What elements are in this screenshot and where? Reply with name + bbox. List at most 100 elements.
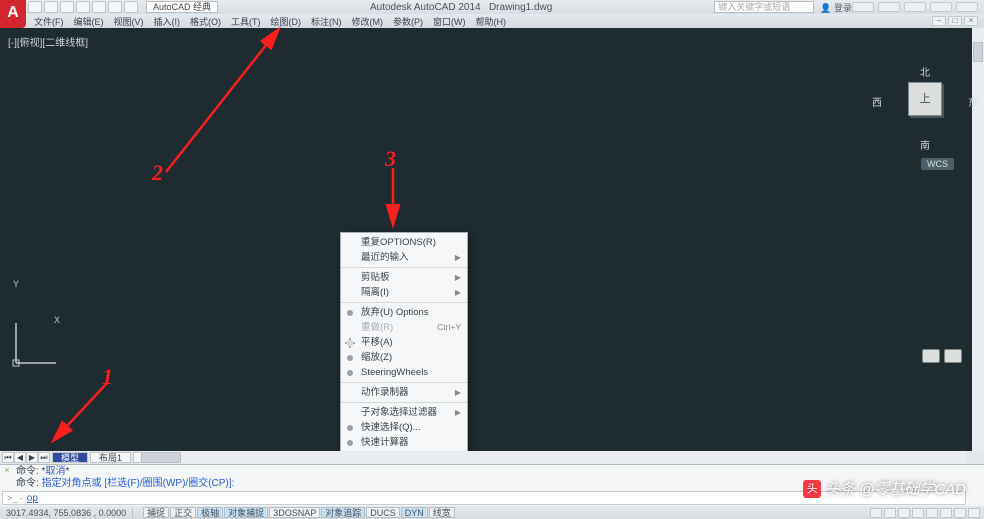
tab-prev-icon[interactable]: ◀ <box>14 452 26 463</box>
qat-new-icon[interactable] <box>28 1 42 13</box>
qat-saveas-icon[interactable] <box>76 1 90 13</box>
view-cube[interactable]: 北 南 西 东 上 <box>890 68 960 138</box>
doc-name: Drawing1.dwg <box>489 2 552 13</box>
toggle-捕捉[interactable]: 捕捉 <box>143 507 169 518</box>
ctx-label: 重复OPTIONS(R) <box>361 236 436 249</box>
login-link[interactable]: 👤 登录 <box>820 1 852 14</box>
viewcube-south[interactable]: 南 <box>890 137 960 152</box>
status-icon-3[interactable] <box>898 508 910 518</box>
ctx-item-14[interactable]: 子对象选择过滤器▶ <box>341 405 467 420</box>
toggle-DUCS[interactable]: DUCS <box>366 507 400 518</box>
exchange-icon[interactable] <box>852 2 874 12</box>
status-icon-7[interactable] <box>954 508 966 518</box>
menu-8[interactable]: 修改(M) <box>352 15 384 28</box>
doc-close-button[interactable]: × <box>964 16 978 26</box>
tab-last-icon[interactable]: ⏭ <box>38 452 50 463</box>
qat-save-icon[interactable] <box>60 1 74 13</box>
ctx-item-0[interactable]: 重复OPTIONS(R) <box>341 235 467 250</box>
menu-4[interactable]: 格式(O) <box>190 15 221 28</box>
app-name: Autodesk AutoCAD 2014 <box>370 2 481 13</box>
ic-pan-icon <box>344 337 356 349</box>
scroll-thumb-h[interactable] <box>141 452 181 463</box>
tab-layout1[interactable]: 布局1 <box>90 452 131 463</box>
close-button[interactable] <box>956 2 978 12</box>
toggle-极轴[interactable]: 极轴 <box>197 507 223 518</box>
ctx-item-6[interactable]: 放弃(U) Options <box>341 305 467 320</box>
status-icon-4[interactable] <box>912 508 924 518</box>
toggle-DYN[interactable]: DYN <box>401 507 428 518</box>
qat-undo-icon[interactable] <box>108 1 122 13</box>
ic-dot-icon <box>347 355 353 361</box>
toggle-对象追踪[interactable]: 对象追踪 <box>321 507 365 518</box>
viewcube-top[interactable]: 上 <box>908 82 942 116</box>
tab-first-icon[interactable]: ⏮ <box>2 452 14 463</box>
ctx-item-1[interactable]: 最近的输入▶ <box>341 250 467 265</box>
app-logo[interactable]: A <box>0 0 26 28</box>
status-toggles: 捕捉正交极轴对象捕捉3DOSNAP对象追踪DUCSDYN线宽 <box>143 507 456 518</box>
menu-bar: 文件(F) 编辑(E) 视图(V) 插入(I) 格式(O) 工具(T) 绘图(D) 标注(N)… <box>0 14 984 28</box>
toggle-对象捕捉[interactable]: 对象捕捉 <box>224 507 268 518</box>
menu-1[interactable]: 编辑(E) <box>74 15 104 28</box>
drawing-canvas[interactable]: [-][俯视][二维线框] 北 南 西 东 上 WCS Y X <box>0 28 984 451</box>
ctx-item-10[interactable]: SteeringWheels <box>341 365 467 380</box>
doc-min-button[interactable]: – <box>932 16 946 26</box>
menu-10[interactable]: 窗口(W) <box>433 15 466 28</box>
submenu-arrow-icon: ▶ <box>455 286 461 299</box>
submenu-arrow-icon: ▶ <box>455 406 461 419</box>
scroll-thumb[interactable] <box>973 42 983 62</box>
menu-11[interactable]: 帮助(H) <box>476 15 507 28</box>
command-input[interactable]: >_ - op <box>2 491 966 505</box>
viewcube-north[interactable]: 北 <box>890 64 960 79</box>
ctx-label: 快速计算器 <box>361 436 409 449</box>
ctx-item-12[interactable]: 动作录制器▶ <box>341 385 467 400</box>
status-icon-5[interactable] <box>926 508 938 518</box>
search-input[interactable]: 键入关键字或短语 <box>714 1 814 13</box>
viewport-label[interactable]: [-][俯视][二维线框] <box>8 34 88 49</box>
ctx-item-15[interactable]: 快速选择(Q)... <box>341 420 467 435</box>
minimize-button[interactable] <box>904 2 926 12</box>
ctx-item-9[interactable]: 缩放(Z) <box>341 350 467 365</box>
horizontal-scrollbar[interactable] <box>140 451 966 464</box>
tab-next-icon[interactable]: ▶ <box>26 452 38 463</box>
ctx-label: 重做(R) <box>361 321 393 334</box>
coordinates[interactable]: 3017.4934, 755.0836 , 0.0000 <box>0 508 133 518</box>
context-menu: 重复OPTIONS(R)最近的输入▶剪贴板▶隔离(I)▶放弃(U) Option… <box>340 232 468 483</box>
ctx-item-8[interactable]: 平移(A) <box>341 335 467 350</box>
doc-max-button[interactable]: □ <box>948 16 962 26</box>
model-space-icon[interactable] <box>870 508 882 518</box>
nav-btn-1[interactable] <box>922 349 940 363</box>
status-icon-8[interactable] <box>968 508 980 518</box>
qat-plot-icon[interactable] <box>92 1 106 13</box>
axis-x-label: X <box>54 315 60 325</box>
viewcube-west[interactable]: 西 <box>872 94 882 109</box>
workspace-selector[interactable]: AutoCAD 经典 <box>146 1 218 13</box>
help-icon[interactable] <box>878 2 900 12</box>
qat-redo-icon[interactable] <box>124 1 138 13</box>
vertical-scrollbar[interactable] <box>972 28 984 451</box>
menu-2[interactable]: 视图(V) <box>114 15 144 28</box>
menu-3[interactable]: 插入(I) <box>154 15 181 28</box>
menu-7[interactable]: 标注(N) <box>311 15 342 28</box>
menu-5[interactable]: 工具(T) <box>231 15 261 28</box>
status-icon-2[interactable] <box>884 508 896 518</box>
qat-open-icon[interactable] <box>44 1 58 13</box>
ctx-item-4[interactable]: 隔离(I)▶ <box>341 285 467 300</box>
submenu-arrow-icon: ▶ <box>455 251 461 264</box>
ctx-item-3[interactable]: 剪贴板▶ <box>341 270 467 285</box>
menu-0[interactable]: 文件(F) <box>34 15 64 28</box>
ctx-label: 剪贴板 <box>361 271 390 284</box>
menu-9[interactable]: 参数(P) <box>393 15 423 28</box>
ic-dot-icon <box>347 425 353 431</box>
ctx-item-16[interactable]: 快速计算器 <box>341 435 467 450</box>
cmdwin-close-icon[interactable]: × <box>2 466 12 476</box>
toggle-线宽[interactable]: 线宽 <box>429 507 455 518</box>
toggle-正交[interactable]: 正交 <box>170 507 196 518</box>
toggle-3DOSNAP[interactable]: 3DOSNAP <box>269 507 320 518</box>
status-icon-6[interactable] <box>940 508 952 518</box>
nav-btn-2[interactable] <box>944 349 962 363</box>
menu-6[interactable]: 绘图(D) <box>271 15 302 28</box>
tab-model[interactable]: 模型 <box>52 452 88 463</box>
status-right-icons <box>870 508 984 518</box>
maximize-button[interactable] <box>930 2 952 12</box>
wcs-badge[interactable]: WCS <box>921 158 954 170</box>
